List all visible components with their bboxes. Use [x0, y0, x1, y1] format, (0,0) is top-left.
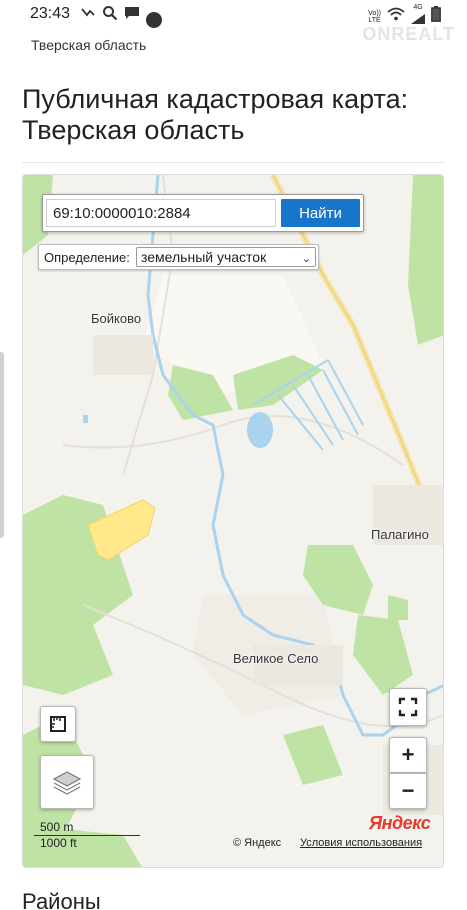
page-title: Публичная кадастровая карта: Тверская об…: [22, 84, 409, 145]
terms-of-use-link[interactable]: Условия использования: [300, 837, 422, 849]
edge-panel-handle[interactable]: [0, 352, 4, 538]
scale-imperial: 1000 ft: [40, 836, 77, 850]
definition-value: земельный участок: [141, 249, 267, 265]
dot-icon: [146, 12, 162, 28]
signal-icon: [411, 14, 425, 24]
ruler-icon: [50, 716, 66, 732]
find-button[interactable]: Найти: [281, 199, 360, 227]
missed-call-icon: [80, 5, 96, 21]
ruler-button[interactable]: [40, 706, 76, 742]
zoom-out-button[interactable]: −: [389, 773, 427, 809]
message-icon: [124, 5, 140, 21]
yandex-logo: Яндекс: [369, 813, 431, 833]
map-scale: 500 m 1000 ft: [33, 820, 143, 851]
districts-heading: Районы: [22, 889, 101, 910]
definition-panel: Определение: земельный участок ⌄: [38, 244, 319, 270]
layers-button[interactable]: [40, 755, 94, 809]
fullscreen-icon: [398, 697, 418, 717]
chevron-down-icon: ⌄: [301, 253, 311, 265]
status-notification-icons: [80, 5, 162, 28]
title-divider: [22, 162, 445, 163]
map-copyright: © Яндекс: [233, 837, 282, 849]
watermark-logo: ONREALT: [362, 24, 455, 44]
scale-metric: 500 m: [40, 820, 74, 834]
zoom-in-button[interactable]: +: [389, 737, 427, 773]
definition-select[interactable]: земельный участок ⌄: [136, 247, 316, 267]
breadcrumb[interactable]: Тверская область: [31, 37, 146, 53]
search-icon: [102, 5, 118, 21]
volte-indicator: Vo)) LTE: [368, 9, 381, 24]
place-label-velikoe-selo: Великое Село: [233, 651, 319, 666]
definition-label: Определение:: [44, 250, 130, 265]
fullscreen-button[interactable]: [389, 688, 427, 726]
status-time: 23:43: [30, 5, 71, 22]
cadastral-number-input[interactable]: [46, 199, 276, 227]
place-label-boikovo: Бойково: [91, 311, 142, 326]
cadastral-map[interactable]: Найти Определение: земельный участок ⌄ Б…: [22, 174, 444, 868]
place-label-palagino: Палагино: [371, 527, 429, 542]
layers-icon: [52, 771, 82, 795]
search-panel: Найти: [42, 194, 364, 232]
